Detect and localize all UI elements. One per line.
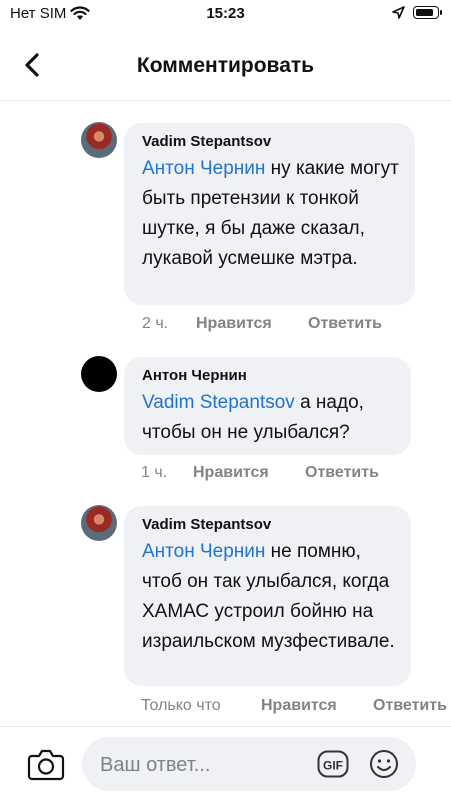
battery-icon [413,6,442,19]
page-title: Комментировать [136,54,315,77]
reply-button[interactable]: Ответить [305,464,379,482]
reply-input-container[interactable]: GIF [82,737,416,791]
reply-composer: GIF [0,726,451,801]
status-bar: Нет SIM 15:23 [0,0,451,30]
comment-text: Антон Чернин не помню, чтоб он так улыба… [142,537,395,657]
comment-meta: 1 ч. Нравится Ответить [141,464,379,482]
comment-author[interactable]: Vadim Stepantsov [142,516,395,533]
comment-time: 1 ч. [141,464,168,481]
comment-time: Только что [141,697,221,714]
comment-meta: 2 ч. Нравится Ответить [142,315,382,333]
comment-bubble: Vadim Stepantsov Антон Чернин ну какие м… [124,123,415,305]
like-button[interactable]: Нравится [193,464,305,482]
like-button[interactable]: Нравится [196,315,308,333]
comment-bubble: Антон Чернин Vadim Stepantsov а надо, чт… [124,357,411,455]
svg-text:GIF: GIF [323,759,343,773]
reply-button[interactable]: Ответить [308,315,382,333]
mention-link[interactable]: Антон Чернин [142,158,265,179]
camera-icon[interactable] [27,747,65,781]
comment-text: Vadim Stepantsov а надо, чтобы он не улы… [142,388,395,448]
comment-meta: Только что Нравится Ответить [141,697,447,715]
like-button[interactable]: Нравится [261,697,373,715]
comment-time: 2 ч. [142,315,169,332]
mention-link[interactable]: Vadim Stepantsov [142,392,295,413]
location-arrow-icon [392,6,405,19]
comment-bubble: Vadim Stepantsov Антон Чернин не помню, … [124,506,411,686]
avatar[interactable] [81,356,117,392]
avatar[interactable] [81,505,117,541]
avatar[interactable] [81,122,117,158]
reply-button[interactable]: Ответить [373,697,447,715]
mention-link[interactable]: Антон Чернин [142,541,265,562]
emoji-icon[interactable] [369,749,399,779]
comment-author[interactable]: Vadim Stepantsov [142,133,399,150]
gif-icon[interactable]: GIF [317,750,349,778]
reply-input[interactable] [98,749,312,781]
status-icons [392,6,442,19]
navigation-header: Комментировать [0,30,451,101]
comment-author[interactable]: Антон Чернин [142,367,395,384]
comment-text: Антон Чернин ну какие могут быть претенз… [142,154,399,274]
clock: 15:23 [206,5,245,22]
